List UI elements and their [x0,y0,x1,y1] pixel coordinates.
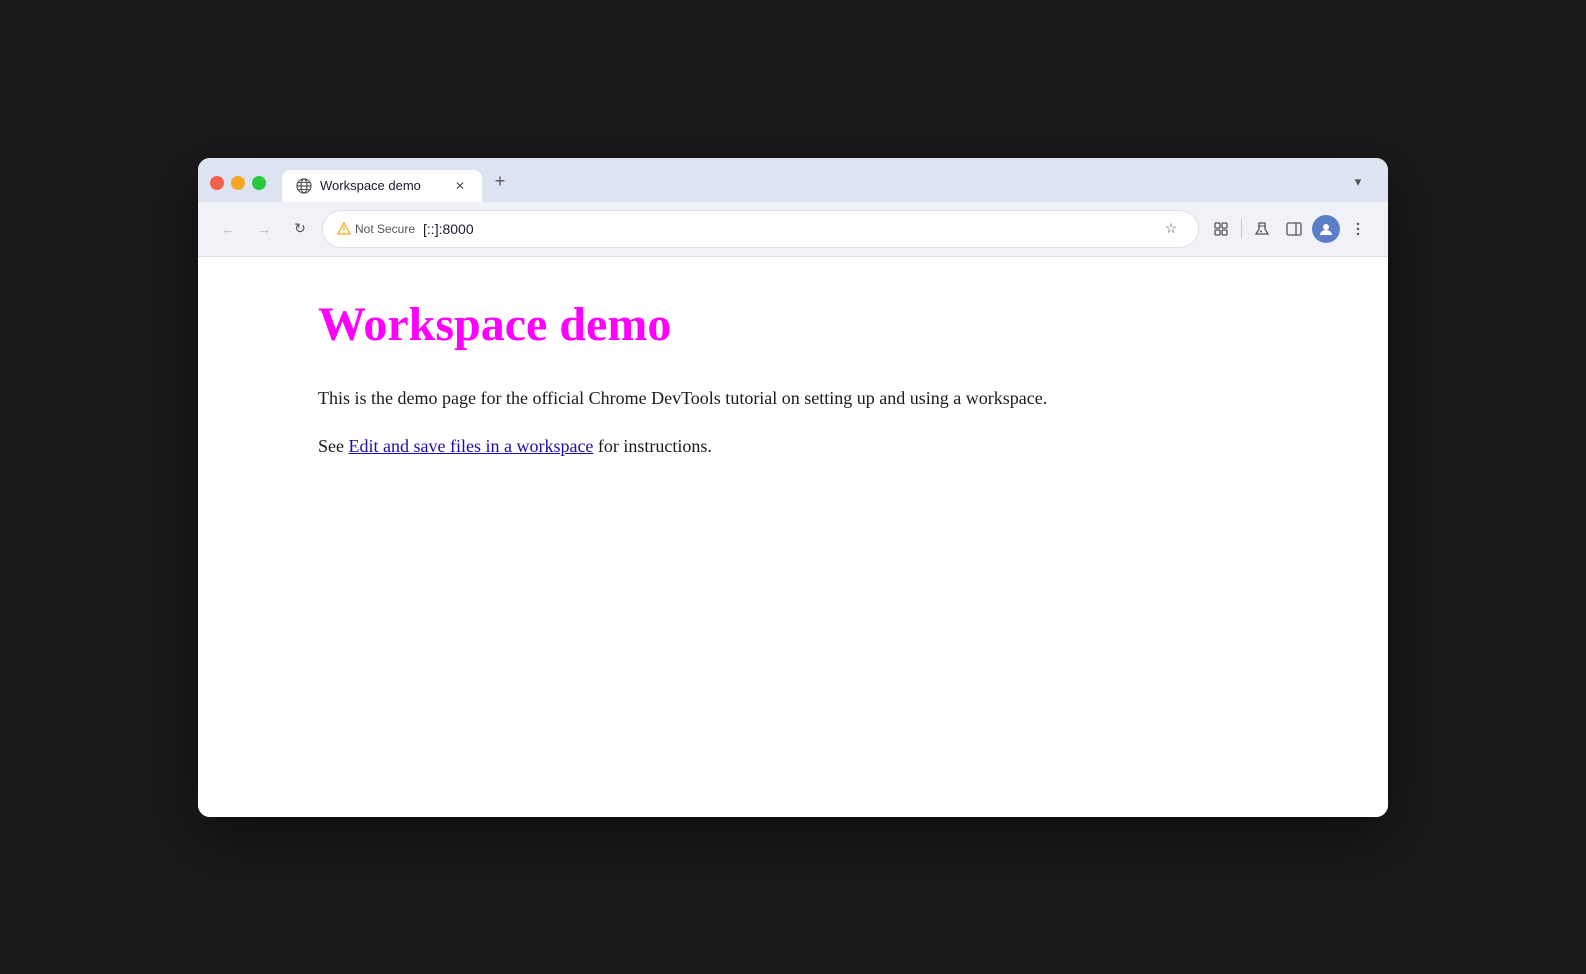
tab-title: Workspace demo [320,178,444,193]
address-bar-actions: ☆ [1158,216,1184,242]
sidebar-icon [1286,221,1302,237]
warning-icon [337,222,351,236]
maximize-button[interactable] [252,176,266,190]
devtools-button[interactable] [1248,215,1276,243]
new-tab-button[interactable]: + [486,168,514,196]
close-button[interactable] [210,176,224,190]
address-bar[interactable]: Not Secure [::]:8000 ☆ [322,210,1199,248]
tab-area: Workspace demo ✕ + [282,168,1344,202]
back-button[interactable]: ← [214,215,242,243]
security-indicator: Not Secure [337,222,415,236]
extensions-icon [1213,221,1229,237]
minimize-button[interactable] [231,176,245,190]
page-heading: Workspace demo [318,297,1268,352]
forward-button[interactable]: → [250,215,278,243]
active-tab[interactable]: Workspace demo ✕ [282,170,482,202]
see-text-after: for instructions. [593,436,712,456]
tab-favicon-icon [296,178,312,194]
security-text: Not Secure [355,222,415,236]
see-text-before: See [318,436,349,456]
traffic-lights [210,176,266,202]
page-content: Workspace demo This is the demo page for… [198,257,1388,817]
tab-chevron-button[interactable]: ▾ [1344,168,1372,196]
menu-button[interactable] [1344,215,1372,243]
page-description: This is the demo page for the official C… [318,388,1047,408]
extensions-button[interactable] [1207,215,1235,243]
nav-bar: ← → ↻ Not Secure [::]:8000 ☆ [198,202,1388,257]
sidebar-button[interactable] [1280,215,1308,243]
url-display: [::]:8000 [423,221,474,237]
nav-divider [1241,219,1242,239]
browser-window: Workspace demo ✕ + ▾ ← → ↻ Not Secure [:… [198,158,1388,817]
flask-icon [1254,221,1270,237]
title-bar: Workspace demo ✕ + ▾ [198,158,1388,202]
workspace-link[interactable]: Edit and save files in a workspace [349,436,594,456]
bookmark-button[interactable]: ☆ [1158,216,1184,242]
reload-button[interactable]: ↻ [286,215,314,243]
profile-icon [1319,222,1333,236]
nav-right-icons [1207,215,1372,243]
tab-close-button[interactable]: ✕ [452,178,468,194]
more-menu-icon [1350,221,1366,237]
profile-button[interactable] [1312,215,1340,243]
tab-bar-right: ▾ [1344,168,1376,196]
page-body: This is the demo page for the official C… [318,384,1268,462]
